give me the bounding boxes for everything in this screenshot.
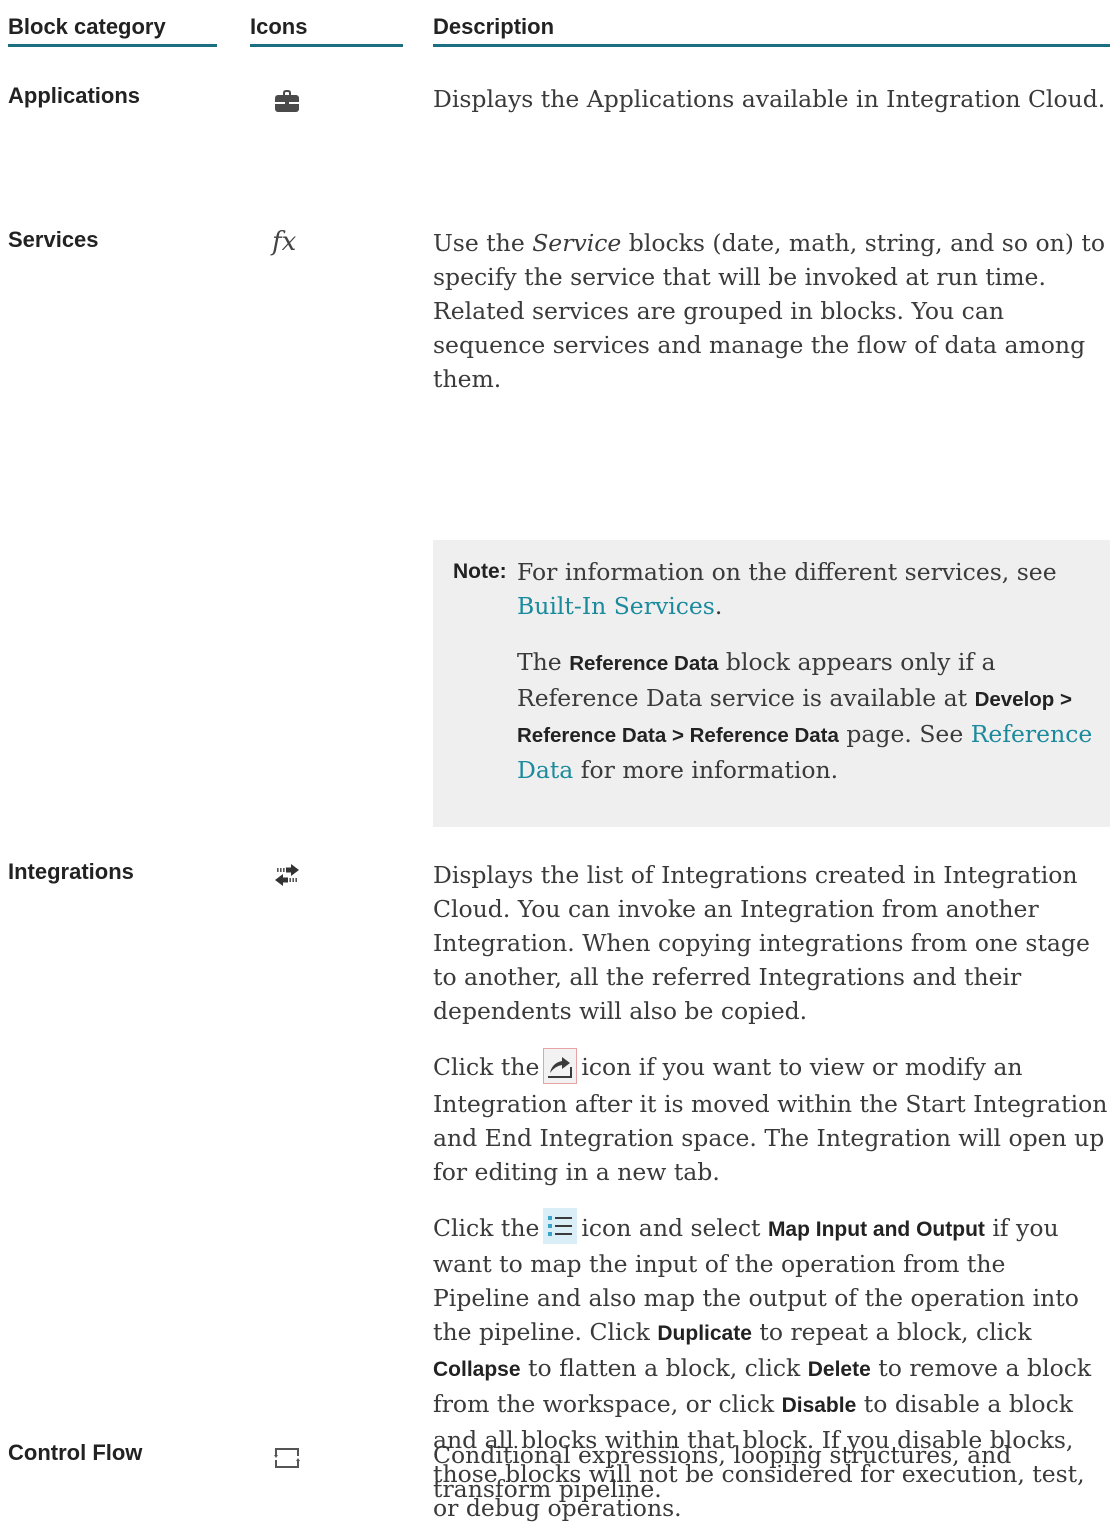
description-integrations: Displays the list of Integrations create… [433, 858, 1108, 1525]
note-label: Note: [453, 555, 507, 589]
category-services: Services [8, 225, 99, 255]
open-in-new-tab-icon[interactable] [543, 1048, 577, 1084]
text-run: Use the [433, 229, 532, 257]
description-text: Displays the Applications available in I… [433, 82, 1108, 116]
column-header-block-category: Block category [8, 12, 166, 42]
list-menu-icon[interactable] [543, 1208, 577, 1244]
header-rule [250, 44, 403, 47]
note-paragraph: For information on the different service… [517, 555, 1107, 623]
bold-term: Disable [782, 1394, 857, 1417]
header-rule [8, 44, 217, 47]
category-control-flow: Control Flow [8, 1438, 142, 1468]
bold-term: Duplicate [657, 1322, 752, 1345]
loop-bracket-icon [272, 1443, 302, 1473]
text-run: The [517, 648, 569, 676]
documentation-table: Block category Icons Description Applica… [0, 0, 1110, 1510]
description-applications: Displays the Applications available in I… [433, 82, 1108, 116]
description-services: Use the Service blocks (date, math, stri… [433, 226, 1108, 396]
briefcase-icon [272, 86, 302, 116]
note-body: For information on the different service… [517, 555, 1107, 787]
text-run: For information on the different service… [517, 558, 1057, 586]
description-text: Use the Service blocks (date, math, stri… [433, 226, 1108, 396]
category-integrations: Integrations [8, 857, 134, 887]
text-run: for more information. [573, 756, 838, 784]
note-box: Note: For information on the different s… [433, 540, 1110, 827]
text-run: to repeat a block, click [752, 1318, 1032, 1346]
bold-term: Delete [808, 1358, 871, 1381]
description-text: Displays the list of Integrations create… [433, 858, 1108, 1028]
description-control-flow: Conditional expressions, looping structu… [433, 1438, 1108, 1506]
note-paragraph: The Reference Data block appears only if… [517, 645, 1107, 787]
bold-term: Reference Data [569, 652, 718, 675]
bold-term: Map Input and Output [768, 1218, 985, 1241]
text-run: Click the [433, 1214, 539, 1242]
description-text: Click theicon if you want to view or mod… [433, 1050, 1108, 1189]
fx-function-icon: fx [272, 227, 302, 257]
header-rule [433, 44, 1110, 47]
text-run: to flatten a block, click [521, 1354, 808, 1382]
text-run: Click the [433, 1053, 539, 1081]
built-in-services-link[interactable]: Built-In Services [517, 592, 715, 620]
column-header-description: Description [433, 12, 554, 42]
category-applications: Applications [8, 81, 140, 111]
text-run: page. See [839, 720, 971, 748]
description-text: Conditional expressions, looping structu… [433, 1438, 1108, 1506]
exchange-arrows-icon [272, 860, 302, 890]
bold-term: Collapse [433, 1358, 521, 1381]
italic-term: Service [532, 229, 621, 257]
column-header-icons: Icons [250, 12, 307, 42]
text-run: icon and select [581, 1214, 768, 1242]
text-run: . [715, 592, 722, 620]
